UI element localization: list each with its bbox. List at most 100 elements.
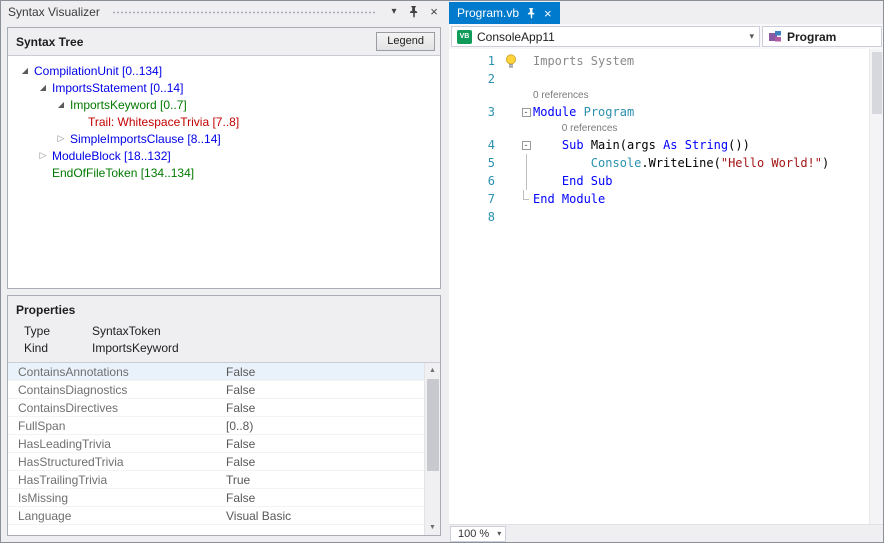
tab-label: Program.vb <box>457 6 519 20</box>
line-number[interactable]: 1 <box>449 52 503 70</box>
tree-node[interactable]: ▷SimpleImportsClause [8..14] <box>8 130 440 147</box>
syntax-tree-list[interactable]: ◢CompilationUnit [0..134]◢ImportsStateme… <box>8 55 440 288</box>
lightbulb-icon[interactable] <box>503 52 519 70</box>
project-dropdown[interactable]: VB ConsoleApp11 ▾ <box>451 26 760 47</box>
outline-guide-line <box>526 154 527 172</box>
zoom-dropdown[interactable]: 100 % ▾ <box>450 526 506 542</box>
tab-close-icon[interactable]: × <box>544 7 552 20</box>
code-segment <box>576 105 583 119</box>
line-number[interactable]: 4 <box>449 136 503 154</box>
code-line[interactable]: 1 Imports System <box>449 52 869 70</box>
tree-node[interactable]: ▷ModuleBlock [18..132] <box>8 147 440 164</box>
codelens-references-link[interactable]: 0 references <box>533 88 589 103</box>
window-position-chevron-icon[interactable]: ▾ <box>386 4 402 20</box>
tree-node-label: CompilationUnit [0..134] <box>32 64 162 78</box>
scroll-down-icon[interactable]: ▼ <box>425 520 440 535</box>
line-number[interactable]: 2 <box>449 70 503 88</box>
code-segment: ()) <box>728 138 750 152</box>
outline-margin <box>519 70 533 88</box>
collapse-arrow-icon[interactable]: ◢ <box>18 66 32 75</box>
code-segment: Main(args <box>584 138 663 152</box>
tree-node[interactable]: EndOfFileToken [134..134] <box>8 164 440 181</box>
property-row[interactable]: HasLeadingTriviaFalse <box>8 435 424 453</box>
property-value: True <box>226 473 424 487</box>
editor-scrollbar[interactable] <box>869 49 883 524</box>
collapse-arrow-icon[interactable]: ◢ <box>36 83 50 92</box>
code-segment: "Hello World!" <box>721 156 822 170</box>
tab-program-vb[interactable]: Program.vb × <box>449 2 560 24</box>
property-row[interactable]: IsMissingFalse <box>8 489 424 507</box>
code-line[interactable]: 7End Module <box>449 190 869 208</box>
member-dropdown-value: Program <box>787 30 836 44</box>
property-value: False <box>226 365 424 379</box>
property-value: False <box>226 437 424 451</box>
property-row[interactable]: ContainsDirectivesFalse <box>8 399 424 417</box>
scrollbar-thumb[interactable] <box>427 379 439 471</box>
properties-grid-wrap: ContainsAnnotationsFalseContainsDiagnost… <box>8 362 440 535</box>
member-dropdown[interactable]: Program <box>762 26 882 47</box>
property-row[interactable]: LanguageVisual Basic <box>8 507 424 525</box>
property-row[interactable]: HasStructuredTriviaFalse <box>8 453 424 471</box>
code-segment <box>678 138 685 152</box>
code-text: Imports System <box>533 52 634 70</box>
code-segment: Module <box>533 105 576 119</box>
tool-window-titlebar[interactable]: Syntax Visualizer ▾ × <box>1 1 447 22</box>
editor-scrollbar-thumb[interactable] <box>872 52 882 114</box>
property-name: HasStructuredTrivia <box>8 455 226 469</box>
chevron-down-icon: ▾ <box>497 529 501 538</box>
code-line[interactable]: 5 Console.WriteLine("Hello World!") <box>449 154 869 172</box>
outline-guide-end <box>523 190 529 200</box>
property-kind-row: Kind ImportsKeyword <box>8 340 440 357</box>
glyph-margin <box>503 172 519 190</box>
code-editor[interactable]: 1Imports System20 references3-Module Pro… <box>449 49 869 524</box>
code-segment: String <box>685 138 728 152</box>
property-row[interactable]: HasTrailingTriviaTrue <box>8 471 424 489</box>
document-tabbar: Program.vb × <box>449 1 883 24</box>
expand-arrow-icon[interactable]: ▷ <box>54 133 68 144</box>
codelens-references-link[interactable]: 0 references <box>562 121 618 136</box>
collapse-box-icon[interactable]: - <box>522 108 531 117</box>
editor-body: 1Imports System20 references3-Module Pro… <box>449 49 883 524</box>
code-segment <box>533 174 562 188</box>
code-segment: .WriteLine( <box>641 156 720 170</box>
collapse-box-icon[interactable]: - <box>522 141 531 150</box>
syntax-visualizer-panel: Syntax Visualizer ▾ × Syntax Tree Legend… <box>1 1 447 542</box>
property-row[interactable]: ContainsAnnotationsFalse <box>8 363 424 381</box>
property-row[interactable]: ContainsDiagnosticsFalse <box>8 381 424 399</box>
code-line[interactable]: 6 End Sub <box>449 172 869 190</box>
tree-node[interactable]: ◢ImportsStatement [0..14] <box>8 79 440 96</box>
property-kind-value: ImportsKeyword <box>92 341 179 355</box>
tree-node-label: ImportsKeyword [0..7] <box>68 98 187 112</box>
tree-node[interactable]: Trail: WhitespaceTrivia [7..8] <box>8 113 440 130</box>
project-dropdown-value: ConsoleApp11 <box>477 30 555 44</box>
code-text: Console.WriteLine("Hello World!") <box>533 154 829 172</box>
code-line[interactable]: 4- Sub Main(args As String()) <box>449 136 869 154</box>
property-name: HasTrailingTrivia <box>8 473 226 487</box>
tree-node[interactable]: ◢ImportsKeyword [0..7] <box>8 96 440 113</box>
line-number[interactable]: 3 <box>449 103 503 121</box>
property-row[interactable]: FullSpan[0..8) <box>8 417 424 435</box>
property-type-label: Type <box>24 324 92 338</box>
code-line[interactable]: 8 <box>449 208 869 226</box>
scroll-up-icon[interactable]: ▲ <box>425 363 440 378</box>
line-number[interactable]: 8 <box>449 208 503 226</box>
collapse-arrow-icon[interactable]: ◢ <box>54 100 68 109</box>
tree-node[interactable]: ◢CompilationUnit [0..134] <box>8 62 440 79</box>
code-line[interactable]: 2 <box>449 70 869 88</box>
code-line[interactable]: 3-Module Program <box>449 103 869 121</box>
close-icon[interactable]: × <box>426 4 442 20</box>
pin-icon[interactable] <box>406 4 422 20</box>
tab-pin-icon[interactable] <box>527 8 536 19</box>
properties-scrollbar[interactable]: ▲ ▼ <box>424 363 440 535</box>
legend-button[interactable]: Legend <box>376 32 435 51</box>
property-name: HasLeadingTrivia <box>8 437 226 451</box>
pin-icon-glyph <box>409 6 419 18</box>
expand-arrow-icon[interactable]: ▷ <box>36 150 50 161</box>
property-type-row: Type SyntaxToken <box>8 323 440 340</box>
drag-grip[interactable] <box>112 10 376 15</box>
line-number[interactable]: 7 <box>449 190 503 208</box>
line-number[interactable]: 5 <box>449 154 503 172</box>
glyph-margin <box>503 136 519 154</box>
glyph-margin <box>503 103 519 121</box>
line-number[interactable]: 6 <box>449 172 503 190</box>
